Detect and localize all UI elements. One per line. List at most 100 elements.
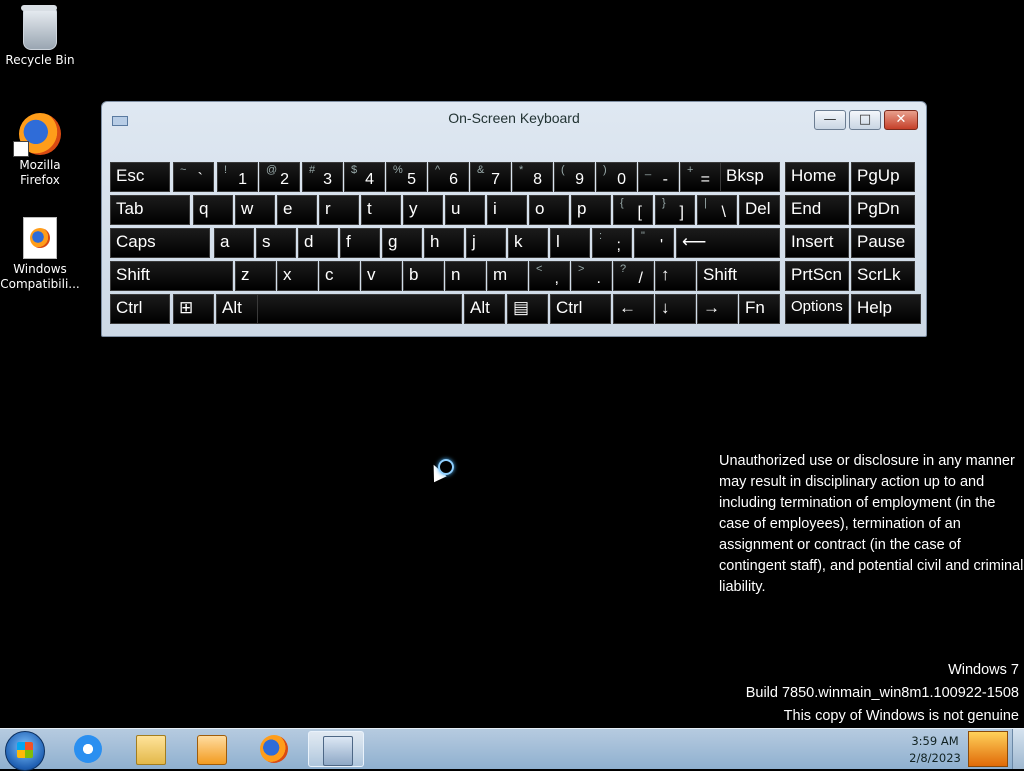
key-Fn[interactable]: Fn xyxy=(739,294,780,324)
key-o[interactable]: o xyxy=(529,195,569,225)
key--[interactable]: _ - xyxy=(638,162,679,192)
key-shift-label: > xyxy=(578,263,585,275)
key-pgup[interactable]: PgUp xyxy=(851,162,915,192)
key-y[interactable]: y xyxy=(403,195,443,225)
key-9[interactable]: (9 xyxy=(554,162,595,192)
key-help[interactable]: Help xyxy=(851,294,921,324)
key-b[interactable]: b xyxy=(403,261,444,291)
key-shift-label: ! xyxy=(224,164,228,176)
key-Del[interactable]: Del xyxy=(739,195,780,225)
key-1[interactable]: ! 1 xyxy=(217,162,258,192)
key-s[interactable]: s xyxy=(256,228,296,258)
key-label: Help xyxy=(857,298,892,317)
maximize-button[interactable]: □ xyxy=(849,110,881,130)
key-←[interactable]: ← xyxy=(613,294,654,324)
key-u[interactable]: u xyxy=(445,195,485,225)
key-q[interactable]: q xyxy=(193,195,233,225)
key-Ctrl[interactable]: Ctrl xyxy=(110,294,170,324)
key-pause[interactable]: Pause xyxy=(851,228,915,258)
key-end[interactable]: End xyxy=(785,195,849,225)
key-z[interactable]: z xyxy=(235,261,276,291)
start-button[interactable] xyxy=(5,731,45,771)
key-p[interactable]: p xyxy=(571,195,611,225)
key-.[interactable]: >. xyxy=(571,261,612,291)
key-7[interactable]: & 7 xyxy=(470,162,511,192)
key-Shift[interactable]: Shift xyxy=(697,261,780,291)
key-a[interactable]: a xyxy=(214,228,254,258)
taskbar-firefox[interactable] xyxy=(246,731,302,767)
key-2[interactable]: @2 xyxy=(259,162,300,192)
key-/[interactable]: ? / xyxy=(613,261,654,291)
key-8[interactable]: * 8 xyxy=(512,162,553,192)
key-3[interactable]: #3 xyxy=(302,162,343,192)
key-Alt[interactable]: Alt xyxy=(216,294,259,324)
key-r[interactable]: r xyxy=(319,195,359,225)
close-button[interactable]: ✕ xyxy=(884,110,918,130)
key-5[interactable]: % 5 xyxy=(386,162,427,192)
key-\[interactable]: | \ xyxy=(697,195,737,225)
key-=[interactable]: + = xyxy=(680,162,721,192)
key-g[interactable]: g xyxy=(382,228,422,258)
key-k[interactable]: k xyxy=(508,228,548,258)
key-x[interactable]: x xyxy=(277,261,318,291)
key-↓[interactable]: ↓ xyxy=(655,294,696,324)
key-main-label: ` xyxy=(197,171,203,188)
key-h[interactable]: h xyxy=(424,228,464,258)
key-;[interactable]: :; xyxy=(592,228,632,258)
key-Alt[interactable]: Alt xyxy=(464,294,505,324)
key-home[interactable]: Home xyxy=(785,162,849,192)
key-options[interactable]: Options xyxy=(785,294,849,324)
key-0[interactable]: ) 0 xyxy=(596,162,637,192)
key-l[interactable]: l xyxy=(550,228,590,258)
key-,[interactable]: <, xyxy=(529,261,570,291)
key-Ctrl[interactable]: Ctrl xyxy=(550,294,611,324)
taskbar-on-screen-keyboard[interactable] xyxy=(308,731,364,767)
key-space[interactable] xyxy=(257,294,462,324)
key-v[interactable]: v xyxy=(361,261,402,291)
key-Caps[interactable]: Caps xyxy=(110,228,210,258)
key-w[interactable]: w xyxy=(235,195,275,225)
key-↑[interactable]: ↑ xyxy=(655,261,696,291)
key-t[interactable]: t xyxy=(361,195,401,225)
key-label: r xyxy=(325,199,331,218)
desktop-icon-recycle-bin[interactable]: Recycle Bin xyxy=(0,5,80,68)
key-4[interactable]: $4 xyxy=(344,162,385,192)
key-main-label: , xyxy=(554,270,559,287)
close-icon: ✕ xyxy=(895,112,907,127)
key-][interactable]: }] xyxy=(655,195,695,225)
key-j[interactable]: j xyxy=(466,228,506,258)
key-n[interactable]: n xyxy=(445,261,486,291)
key-Esc[interactable]: Esc xyxy=(110,162,170,192)
key-'[interactable]: " ' xyxy=(634,228,674,258)
key-Bksp[interactable]: Bksp xyxy=(720,162,780,192)
key-prtscn[interactable]: PrtScn xyxy=(785,261,849,291)
key-f[interactable]: f xyxy=(340,228,380,258)
key-→[interactable]: → xyxy=(697,294,738,324)
key-[[interactable]: {[ xyxy=(613,195,653,225)
system-clock[interactable]: 3:59 AM 2/8/2023 xyxy=(905,733,965,767)
key-`[interactable]: ~ ` xyxy=(173,162,214,192)
taskbar-internet-explorer[interactable] xyxy=(60,731,116,767)
key-6[interactable]: ^ 6 xyxy=(428,162,469,192)
key-i[interactable]: i xyxy=(487,195,527,225)
taskbar-media-player[interactable] xyxy=(183,731,239,767)
key-▤[interactable]: ▤ xyxy=(507,294,548,324)
desktop-icon-windows-compatibility[interactable]: Windows Compatibili... xyxy=(0,217,80,292)
key-pgdn[interactable]: PgDn xyxy=(851,195,915,225)
key-Tab[interactable]: Tab xyxy=(110,195,190,225)
key-d[interactable]: d xyxy=(298,228,338,258)
taskbar-windows-explorer[interactable] xyxy=(122,731,178,767)
key-scrlk[interactable]: ScrLk xyxy=(851,261,915,291)
minimize-button[interactable]: — xyxy=(814,110,846,130)
key-c[interactable]: c xyxy=(319,261,360,291)
key-insert[interactable]: Insert xyxy=(785,228,849,258)
key-⊞[interactable]: ⊞ xyxy=(173,294,214,324)
desktop-icon-mozilla-firefox[interactable]: Mozilla Firefox xyxy=(0,113,80,188)
key-⟵[interactable]: ⟵ xyxy=(676,228,780,258)
show-desktop-button[interactable] xyxy=(1012,729,1024,769)
key-label: Ctrl xyxy=(116,298,143,317)
key-m[interactable]: m xyxy=(487,261,528,291)
key-label: Bksp xyxy=(726,166,764,185)
key-e[interactable]: e xyxy=(277,195,317,225)
key-Shift[interactable]: Shift xyxy=(110,261,233,291)
